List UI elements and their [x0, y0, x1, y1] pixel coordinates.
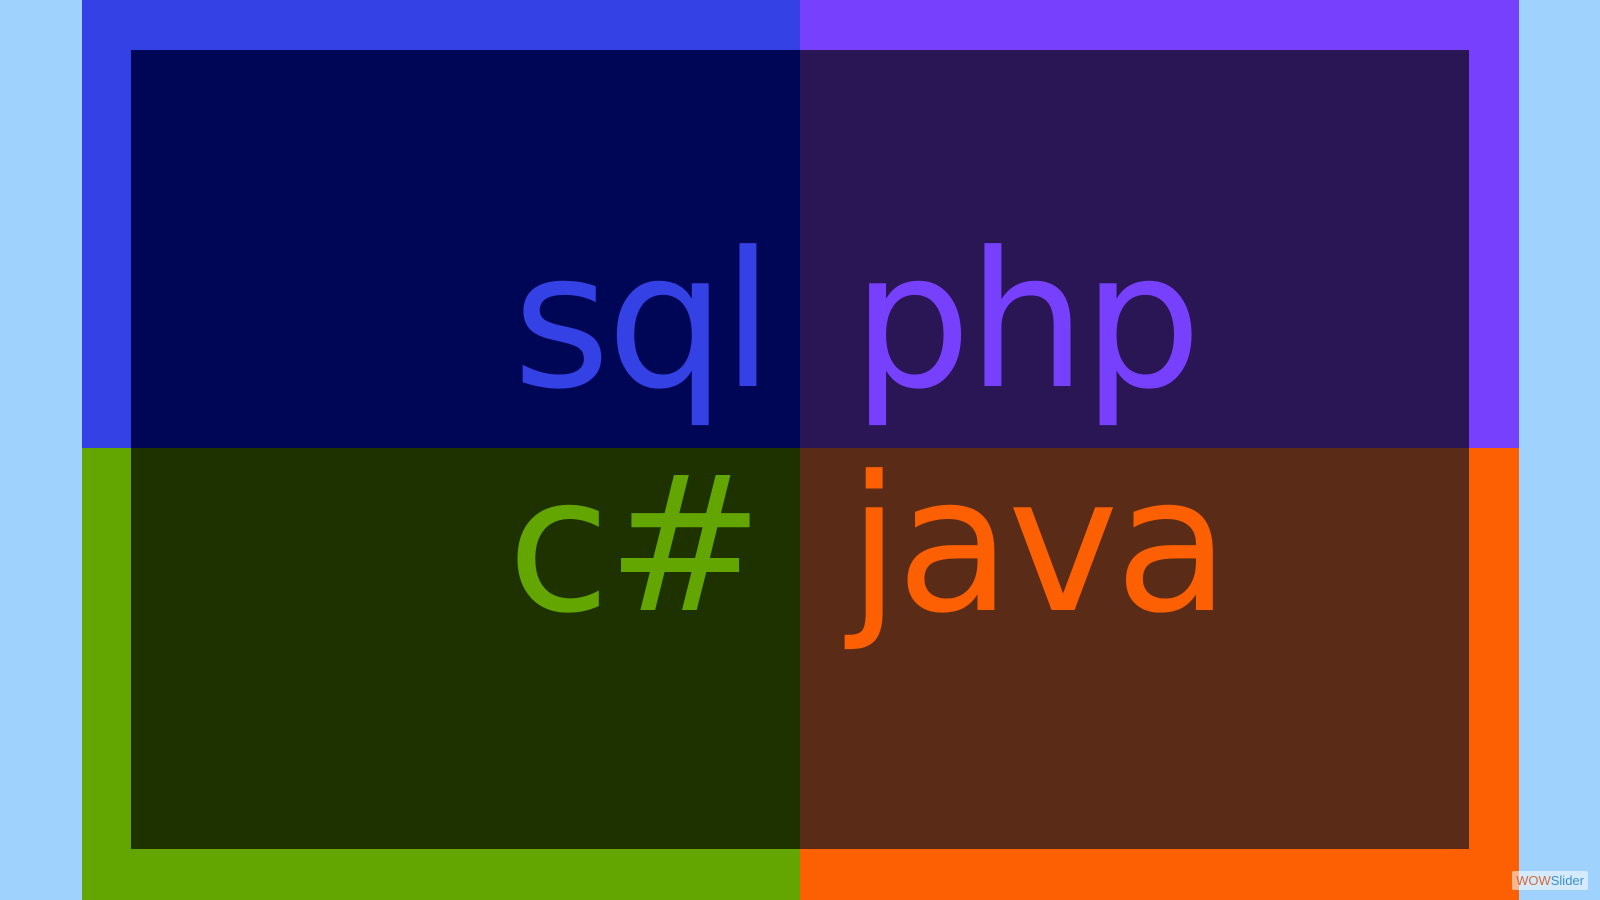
quadrant-top-right: php	[800, 0, 1519, 448]
quadrant-top-left-fill: sql	[131, 50, 800, 448]
quadrant-bottom-left-fill: c#	[131, 448, 800, 849]
page: sql php c# java WOWSlider	[0, 0, 1600, 900]
quadrant-bottom-left: c#	[82, 448, 800, 900]
label-csharp: c#	[507, 436, 764, 655]
quadrant-bottom-right-fill: java	[800, 448, 1469, 849]
label-java: java	[848, 436, 1230, 655]
wowslider-watermark-link[interactable]: WOWSlider	[1512, 871, 1588, 890]
label-sql: sql	[512, 212, 774, 431]
slide-image: sql php c# java	[82, 0, 1519, 900]
quadrant-top-left: sql	[82, 0, 800, 448]
label-php: php	[852, 212, 1202, 431]
quadrant-top-right-fill: php	[800, 50, 1469, 448]
watermark-wow-text: WOW	[1516, 873, 1551, 888]
watermark-slider-text: Slider	[1550, 873, 1584, 888]
quadrant-bottom-right: java	[800, 448, 1519, 900]
